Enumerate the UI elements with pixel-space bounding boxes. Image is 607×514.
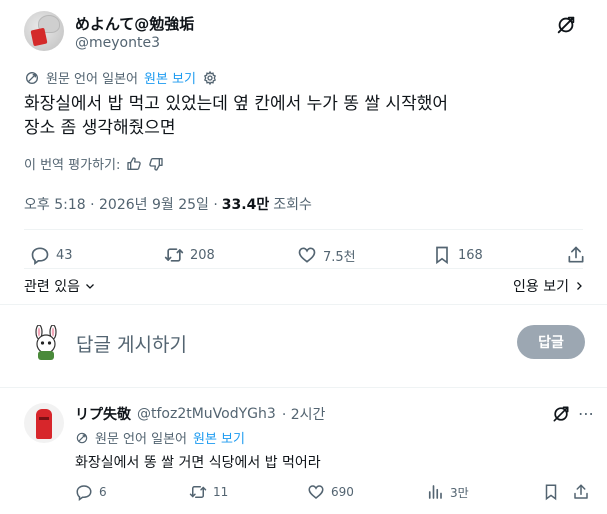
related-label: 관련 있음 [24,279,80,295]
bookmark-count: 168 [458,247,483,263]
reply-show-original-link[interactable]: 원본 보기 [193,428,245,447]
reply-author-avatar[interactable] [24,403,64,443]
bookmark-button[interactable]: 168 [432,245,483,265]
divider [0,387,607,388]
retweet-icon [164,245,184,265]
heart-icon [307,483,325,501]
like-button[interactable]: 7.5천 [297,245,356,265]
reply-translation-note: 원문 언어 일본어 원본 보기 [75,428,245,447]
retweet-icon [189,483,207,501]
view-quotes-label: 인용 보기 [513,279,569,295]
retweet-button[interactable]: 208 [164,245,215,265]
reply-icon [75,483,93,501]
author-name[interactable]: めよんて@勉強垢 [75,13,194,34]
divider [0,304,607,305]
share-icon [572,483,590,501]
my-avatar [28,325,64,361]
rate-translation: 이 번역 평가하기: [24,154,164,173]
author-avatar[interactable] [24,11,64,51]
reply-retweet-button[interactable]: 11 [189,483,228,501]
bookmark-icon [432,245,452,265]
view-label: 조회수 [273,197,312,213]
view-count: 33.4만 [221,197,270,213]
bookmark-icon [542,483,560,501]
retweet-count: 208 [190,247,215,263]
tweet-text-line: 화장실에서 밥 먹고 있었는데 옆 칸에서 누가 똥 쌀 시작했어 [24,94,448,114]
reply-button[interactable]: 43 [30,245,73,265]
chevron-down-icon [84,280,96,292]
reply-text: 화장실에서 똥 쌀 거면 식당에서 밥 먹어라 [75,455,321,471]
reply-view-count: 3만 [450,485,469,500]
share-button[interactable] [566,245,586,265]
tweet-text: 화장실에서 밥 먹고 있었는데 옆 칸에서 누가 똥 쌀 시작했어 장소 좀 생… [24,92,584,140]
reply-icon [30,245,50,265]
tweet-timestamp[interactable]: 오후 5:18 · 2026년 9월 25일 · [24,194,218,214]
reply-views-button[interactable]: 3만 [426,483,469,501]
share-icon [566,245,586,265]
tweet-text-line: 장소 좀 생각해줬으면 [24,118,176,138]
reply-input[interactable]: 답글 게시하기 [76,330,187,357]
reply-author-handle[interactable]: @tfoz2tMuVodYGh3 [137,406,276,422]
divider [24,229,583,230]
author-handle[interactable]: @meyonte3 [75,35,160,51]
reply-count: 43 [56,247,73,263]
reply-submit-button[interactable]: 답글 [517,325,585,359]
reply-bookmark-button[interactable] [542,483,560,501]
reply-translation-language: 원문 언어 일본어 [95,432,187,447]
reply-reply-button[interactable]: 6 [75,483,107,501]
reply-retweet-count: 11 [213,485,229,499]
reply-like-count: 690 [331,485,354,499]
grok-icon[interactable] [555,14,577,36]
translation-language: 원문 언어 일본어 [46,72,138,87]
like-count: 7.5천 [323,249,356,265]
reply-timestamp[interactable]: · 2시간 [282,404,326,424]
grok-icon[interactable] [551,404,571,424]
heart-icon [297,245,317,265]
related-dropdown[interactable]: 관련 있음 [24,276,96,296]
chevron-right-icon [573,280,585,292]
thumbs-up-icon[interactable] [126,156,142,172]
reply-author-name[interactable]: リプ失敬 [75,404,131,424]
translate-icon [75,431,89,445]
view-quotes-link[interactable]: 인용 보기 [513,276,585,296]
reply-like-button[interactable]: 690 [307,483,354,501]
more-icon[interactable]: ⋯ [578,404,595,423]
translation-note: 원문 언어 일본어 원본 보기 [24,68,218,87]
thumbs-down-icon[interactable] [148,156,164,172]
rate-translation-label: 이 번역 평가하기: [24,158,121,173]
divider [24,268,583,269]
views-icon [426,483,444,501]
tweet-meta: 오후 5:18 · 2026년 9월 25일 · 33.4만 조회수 [24,194,312,214]
translate-icon [24,70,40,86]
reply-reply-count: 6 [99,485,107,499]
reply-author-line: リプ失敬 @tfoz2tMuVodYGh3 · 2시간 [75,404,325,424]
gear-icon[interactable] [202,70,218,86]
show-original-link[interactable]: 원본 보기 [144,68,196,87]
reply-share-button[interactable] [572,483,590,501]
